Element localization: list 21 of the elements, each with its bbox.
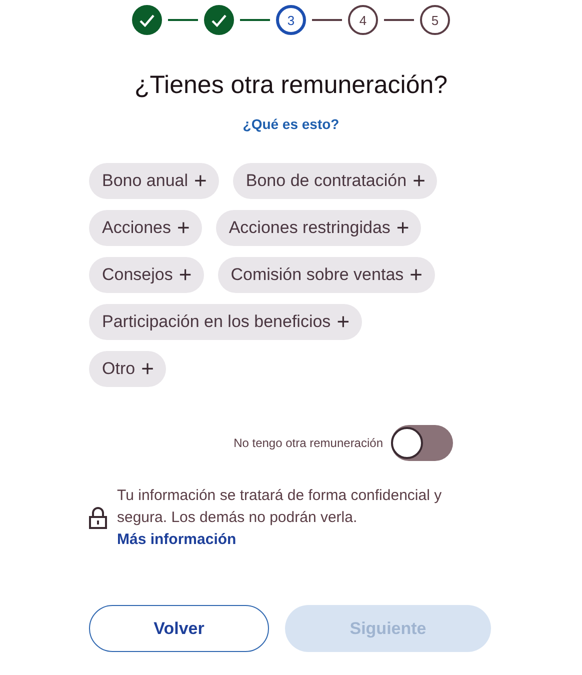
back-button[interactable]: Volver: [89, 605, 269, 652]
step-indicator: 4: [348, 5, 378, 35]
add-chip[interactable]: Comisión sobre ventas +: [218, 257, 435, 293]
privacy-note: Tu información se tratará de forma confidencial y segura. Los demás no podrán verla. Más información: [117, 486, 443, 550]
check-icon: [139, 14, 155, 26]
add-chip[interactable]: Acciones restringidas +: [216, 210, 422, 246]
more-info-link[interactable]: Más información: [117, 531, 236, 548]
check-icon: [211, 14, 227, 26]
add-chip[interactable]: Otro +: [89, 351, 166, 387]
toggle-label: No tengo otra remuneración: [234, 436, 383, 450]
add-chip[interactable]: Consejos +: [89, 257, 204, 293]
toggle-switch[interactable]: [391, 425, 453, 461]
add-chip[interactable]: Acciones +: [89, 210, 202, 246]
add-chip[interactable]: Bono de contratación +: [232, 163, 438, 199]
add-chip[interactable]: Bono anual +: [89, 163, 219, 199]
add-chip[interactable]: Participación en los beneficios +: [89, 304, 362, 340]
page-title: ¿Tienes otra remuneración?: [134, 71, 448, 100]
step-indicator: 5: [420, 5, 450, 35]
step-indicator: 3: [276, 5, 306, 35]
help-link[interactable]: ¿Qué es esto?: [242, 116, 340, 132]
lock-icon: [89, 507, 107, 529]
